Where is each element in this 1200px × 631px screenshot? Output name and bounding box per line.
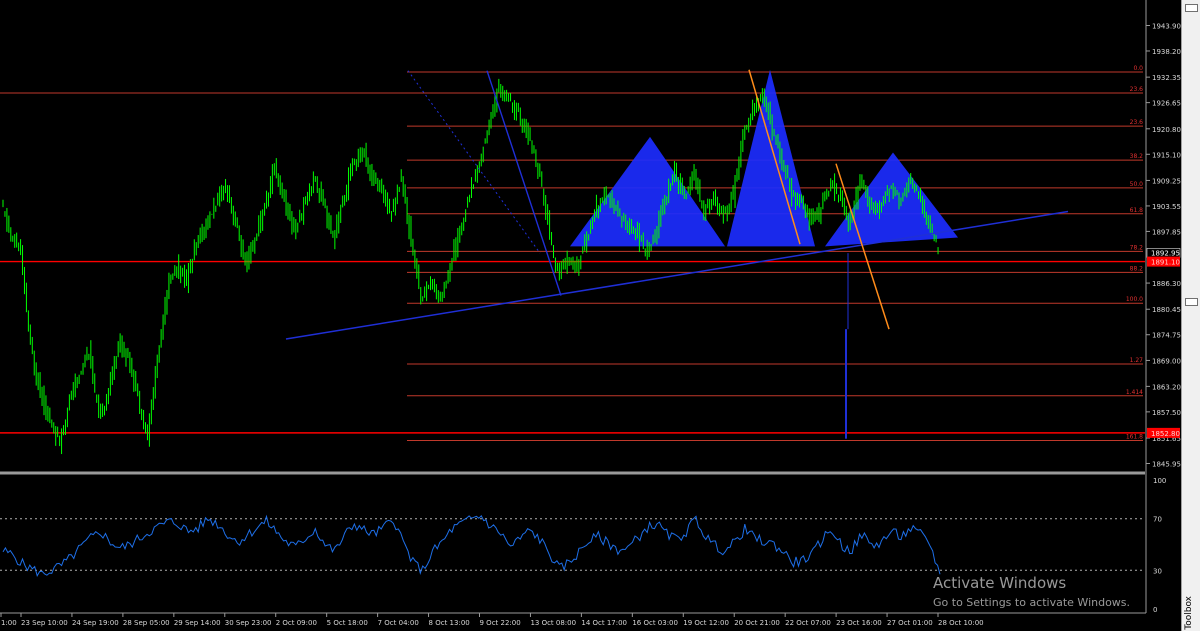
oscillator-tick-label: 30 (1153, 567, 1162, 575)
watermark-subtitle: Go to Settings to activate Windows. (933, 596, 1131, 609)
time-tick-label: 29 Sep 14:00 (174, 619, 221, 627)
time-tick-label: 19 Oct 12:00 (683, 619, 729, 627)
time-tick-label: 22 Oct 07:00 (785, 619, 831, 627)
toolbox-panel[interactable]: Toolbox (1181, 0, 1200, 631)
time-tick-label: 9 Oct 22:00 (480, 619, 521, 627)
toolbox-grip-icon[interactable] (1185, 4, 1198, 12)
price-tick-label: 1943.90 (1152, 22, 1181, 30)
activate-windows-watermark: Activate Windows Go to Settings to activ… (933, 574, 1130, 612)
fib-level-label: 50.0 (1130, 181, 1144, 188)
price-tick-label: 1915.10 (1152, 151, 1181, 159)
price-tick-label: 1932.35 (1152, 74, 1181, 82)
price-tick-label: 1926.65 (1152, 100, 1181, 108)
fib-level-label: 100.0 (1126, 296, 1143, 303)
time-tick-label: 2 Oct 09:00 (276, 619, 317, 627)
oscillator-tick-label: 0 (1153, 606, 1157, 614)
time-tick-label: 30 Sep 23:00 (225, 619, 272, 627)
time-tick-label: 7 Oct 04:00 (378, 619, 419, 627)
price-tick-label: 1869.00 (1152, 357, 1181, 365)
price-tick-label: 1874.75 (1152, 332, 1181, 340)
time-tick-label: 5 Oct 18:00 (327, 619, 368, 627)
toolbox-collapse-icon[interactable] (1185, 298, 1198, 306)
price-tick-label: 1909.25 (1152, 177, 1181, 185)
time-tick-label: 14 Oct 17:00 (581, 619, 627, 627)
time-tick-label: 23 Oct 16:00 (836, 619, 882, 627)
price-tick-label: 1880.45 (1152, 306, 1181, 314)
fib-level-label: 1.27 (1130, 357, 1144, 364)
price-tick-label: 1903.55 (1152, 203, 1181, 211)
price-tick-label: 1886.30 (1152, 280, 1181, 288)
fib-level-label: 161.8 (1126, 433, 1143, 440)
time-tick-label: 8 Oct 13:00 (429, 619, 470, 627)
fib-level-label: 1.414 (1126, 389, 1143, 396)
time-tick-label: 28 Oct 10:00 (938, 619, 984, 627)
time-tick-label: 27 Oct 01:00 (887, 619, 933, 627)
oscillator-tick-label: 100 (1153, 477, 1166, 485)
price-chart[interactable]: 0.0 23.6 23.6 38.2 50.0 61.8 78.2 88.2 100.0 1.27… (0, 0, 1200, 631)
line-price-tag-label: 1891.10 (1151, 259, 1180, 267)
price-tick-label: 1897.85 (1152, 228, 1181, 236)
price-tick-label: 1863.20 (1152, 383, 1181, 391)
current-price-label: 1892.95 (1151, 249, 1180, 257)
price-tick-label: 1938.20 (1152, 48, 1181, 56)
fib-level-label: 38.2 (1130, 153, 1144, 160)
toolbox-label: Toolbox (1184, 596, 1194, 630)
time-tick-label: 1:00 (1, 619, 17, 627)
price-tick-label: 1920.80 (1152, 126, 1181, 134)
time-tick-label: 20 Oct 21:00 (734, 619, 780, 627)
fib-level-label: 0.0 (1133, 65, 1143, 72)
line-price-tag-label: 1852.80 (1151, 430, 1180, 438)
time-tick-label: 23 Sep 10:00 (21, 619, 68, 627)
price-tick-label: 1845.95 (1152, 461, 1181, 469)
fib-level-label: 78.2 (1130, 244, 1144, 251)
fib-level-label: 61.8 (1130, 207, 1144, 214)
watermark-title: Activate Windows (933, 574, 1067, 592)
time-tick-label: 24 Sep 19:00 (72, 619, 119, 627)
oscillator-tick-label: 70 (1153, 516, 1162, 524)
time-tick-label: 16 Oct 03:00 (632, 619, 678, 627)
fib-level-label: 23.6 (1130, 86, 1144, 93)
fib-level-label: 23.6 (1130, 119, 1144, 126)
fib-level-label: 88.2 (1130, 265, 1144, 272)
time-tick-label: 13 Oct 08:00 (530, 619, 576, 627)
price-tick-label: 1857.50 (1152, 409, 1181, 417)
time-tick-label: 28 Sep 05:00 (123, 619, 170, 627)
